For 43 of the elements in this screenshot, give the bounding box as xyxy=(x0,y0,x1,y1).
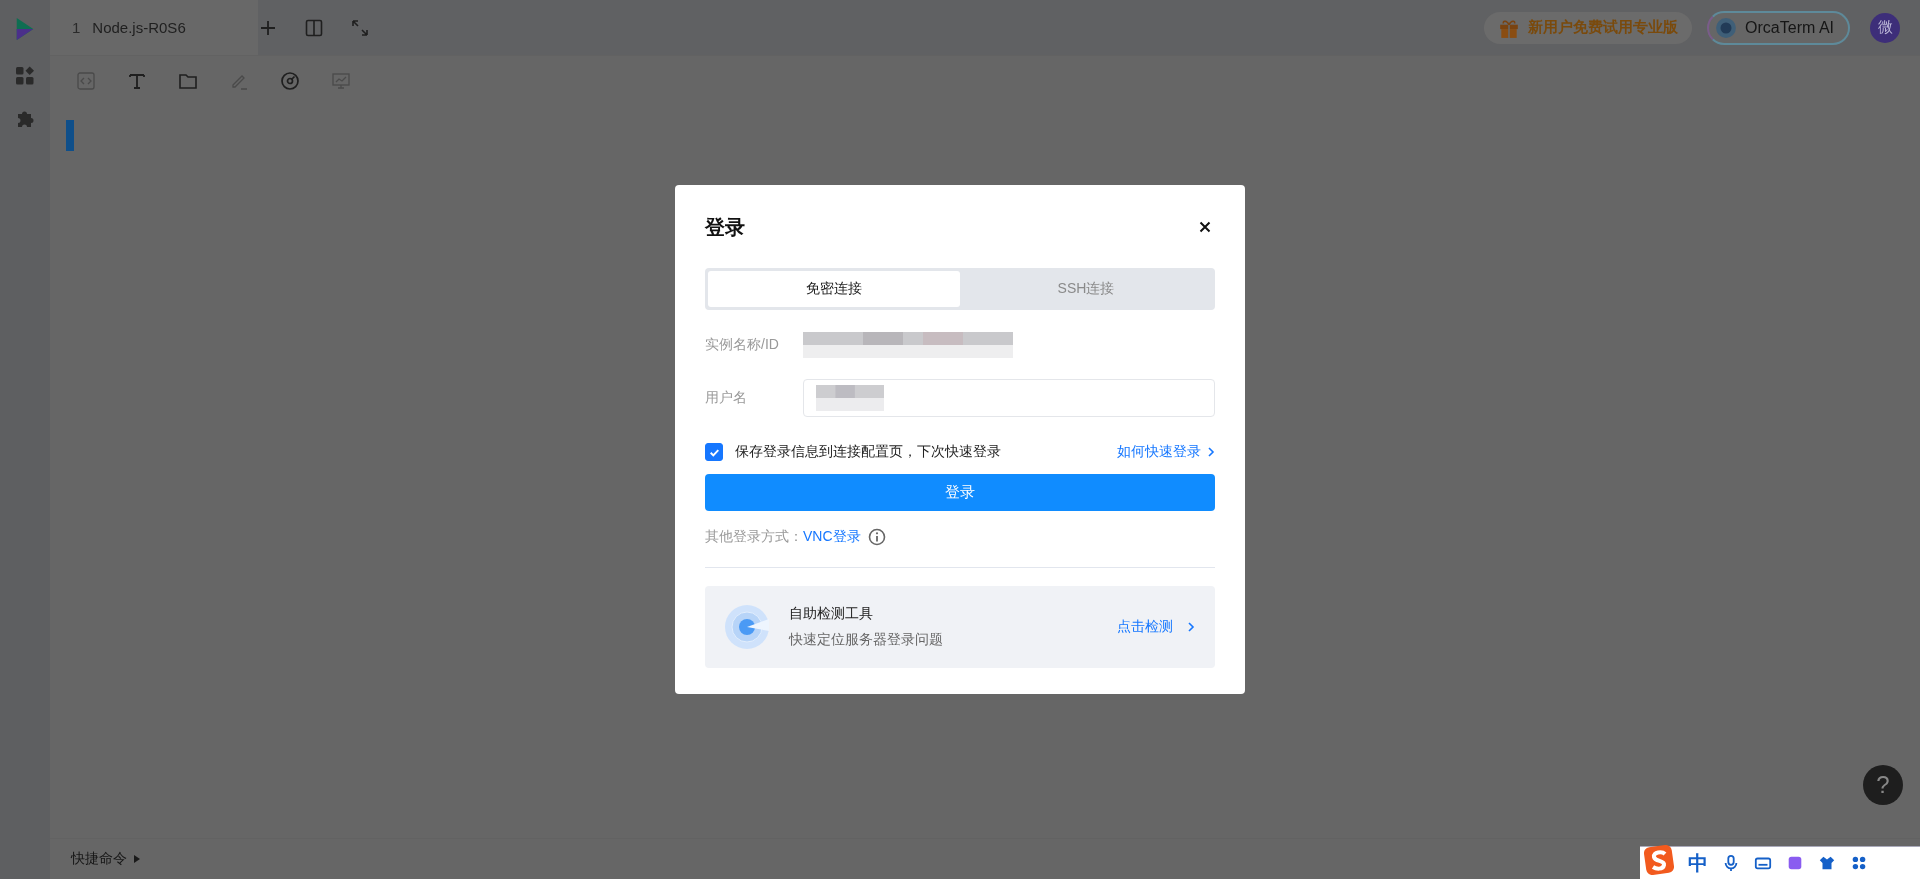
apps-icon[interactable] xyxy=(1850,854,1868,872)
vnc-login-link[interactable]: VNC登录 xyxy=(803,528,861,546)
quick-login-help-link[interactable]: 如何快速登录 xyxy=(1117,443,1215,461)
quick-commands-button[interactable]: 快捷命令 xyxy=(71,850,141,868)
monitor-chart-icon[interactable] xyxy=(331,71,351,91)
redacted-value xyxy=(816,384,884,411)
run-check-link[interactable]: 点击检测 xyxy=(1117,618,1195,636)
field-label: 实例名称/ID xyxy=(705,335,780,354)
gauge-icon[interactable] xyxy=(280,71,300,91)
close-icon[interactable] xyxy=(1199,221,1211,233)
tool-title: 自助检测工具 xyxy=(789,605,874,623)
tool-subtitle: 快速定位服务器登录问题 xyxy=(789,631,944,649)
dialog-title: 登录 xyxy=(705,214,745,240)
mode-tab[interactable]: SSH连接 xyxy=(960,271,1212,307)
ai-assistant-button[interactable]: OrcaTerm AI xyxy=(1707,10,1850,45)
info-icon[interactable] xyxy=(867,528,886,546)
user-avatar[interactable]: 微 xyxy=(1870,12,1900,43)
text-icon[interactable] xyxy=(127,71,147,91)
app-logo[interactable] xyxy=(14,15,36,43)
remember-label: 保存登录信息到连接配置页，下次快速登录 xyxy=(735,443,1002,461)
code-icon[interactable] xyxy=(76,71,96,91)
ime-logo-icon[interactable] xyxy=(1644,845,1674,875)
chevron-icon xyxy=(1187,621,1195,633)
shirt-icon[interactable] xyxy=(1818,854,1836,872)
field-label: 用户名 xyxy=(705,388,748,407)
puzzle-icon[interactable] xyxy=(15,109,35,129)
other-methods-label: 其他登录方式： xyxy=(705,528,803,546)
split-view-icon[interactable] xyxy=(304,17,324,38)
ai-logo-icon xyxy=(1715,16,1738,39)
chevron-icon xyxy=(1207,446,1215,458)
triangle-icon xyxy=(133,855,141,863)
session-tab[interactable]: 1 Node.js-R0S6 xyxy=(50,0,258,55)
ime-mode-toggle[interactable]: 中 xyxy=(1688,849,1708,877)
folder-icon[interactable] xyxy=(178,71,198,91)
login-button[interactable]: 登录 xyxy=(705,474,1215,511)
expand-icon[interactable] xyxy=(350,17,370,38)
terminal-cursor xyxy=(66,120,74,151)
grid-icon[interactable] xyxy=(15,66,35,86)
mode-tab[interactable]: 免密连接 xyxy=(708,271,960,307)
radar-icon xyxy=(725,605,769,649)
username-field[interactable] xyxy=(803,378,1215,417)
mic-icon[interactable] xyxy=(1722,854,1740,872)
remember-checkbox[interactable] xyxy=(705,443,723,461)
